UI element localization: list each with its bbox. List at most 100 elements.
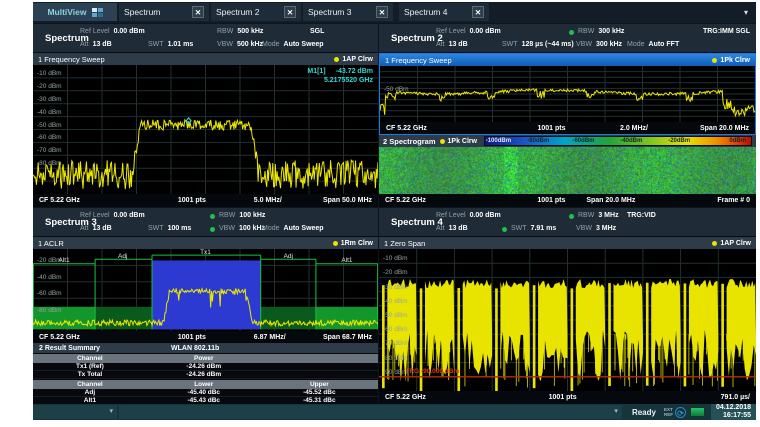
- setting-item[interactable]: VBW3 MHz: [576, 223, 616, 235]
- trigger-level-label: TRG -90.000 dBm: [405, 368, 459, 375]
- window-title-bar[interactable]: 1 ACLR 1Rm Clrw: [33, 237, 378, 249]
- setting-item[interactable]: Att13 dB: [436, 223, 468, 235]
- setting-item[interactable]: SWT100 ms: [148, 223, 191, 235]
- close-icon[interactable]: ✕: [472, 6, 484, 18]
- y-axis-label: -20 dBm: [37, 83, 62, 91]
- channel-label-alt1: Alt1: [58, 257, 69, 264]
- colorbar-label: -80dBm: [527, 138, 549, 144]
- sweep-graph[interactable]: -50 dBm: [380, 66, 755, 122]
- chevron-down-icon[interactable]: ▾: [739, 5, 753, 19]
- channel-header: Spectrum 3 Ref Level0.00 dBmRBW100 kHz A…: [33, 208, 378, 237]
- y-axis-label: -70 dBm: [383, 340, 408, 348]
- setting-item[interactable]: RBW100 kHz: [210, 210, 265, 222]
- trace-label: 1Pk Clrw: [440, 138, 478, 145]
- multiview-grid-icon: [92, 8, 103, 17]
- tab-spectrum-4[interactable]: Spectrum 4 ✕: [399, 3, 489, 21]
- aclr-graph[interactable]: -20 dBm-40 dBm-60 dBm-80 dBm Alt1 Adj Tx…: [33, 249, 378, 331]
- window-title-bar[interactable]: 1 Zero Span 1AP Clrw: [379, 237, 756, 249]
- window-title: 1 Zero Span: [384, 239, 425, 248]
- window-title: 2 Spectrogram: [383, 137, 436, 146]
- y-axis-label: -40 dBm: [383, 298, 408, 306]
- coupled-green-dot-icon: [502, 227, 507, 232]
- setting-item[interactable]: RBW500 kHz: [217, 26, 263, 38]
- window-title-bar[interactable]: 1 Frequency Sweep 1AP Clrw: [33, 53, 378, 65]
- y-axis-label: -10 dBm: [383, 255, 408, 263]
- tab-spectrum-3[interactable]: Spectrum 3 ✕: [303, 3, 393, 21]
- setting-item[interactable]: ModeAuto FFT: [627, 39, 679, 51]
- setting-item[interactable]: VBW100 kHz: [210, 223, 265, 235]
- setting-item[interactable]: RBW3 MHz: [569, 210, 619, 222]
- setting-item[interactable]: ModeAuto Sweep: [262, 39, 324, 51]
- setting-item[interactable]: SWT1.01 ms: [148, 39, 193, 51]
- status-left-box[interactable]: ▾: [33, 405, 117, 419]
- tab-bar: MultiView Spectrum ✕ Spectrum 2 ✕ Spectr…: [33, 2, 756, 23]
- sweep-graph[interactable]: -10 dBm-20 dBm-30 dBm-40 dBm-50 dBm-60 d…: [33, 65, 378, 194]
- setting-item[interactable]: Att13 dB: [436, 39, 468, 51]
- y-axis-label: -60 dBm: [383, 326, 408, 334]
- chevron-down-icon[interactable]: ▾: [614, 407, 618, 417]
- y-axis-label: -40 dBm: [37, 109, 62, 117]
- spectrogram-title-bar[interactable]: 2 Spectrogram 1Pk Clrw -100dBm -80dBm -60d…: [379, 135, 756, 147]
- y-axis-label: -60 dBm: [37, 134, 62, 142]
- y-axis-label: -80 dBm: [37, 160, 62, 168]
- window-spectrum-3[interactable]: Spectrum 3 Ref Level0.00 dBmRBW100 kHz A…: [33, 208, 378, 404]
- coupled-green-dot-icon: [569, 214, 574, 219]
- chevron-down-icon[interactable]: ▾: [109, 407, 113, 417]
- colorbar-label: -40dBm: [620, 138, 642, 144]
- window-spectrum-4[interactable]: Spectrum 4 Ref Level0.00 dBmRBW3 MHzTRG:…: [379, 208, 756, 404]
- window-spectrum-1[interactable]: Spectrum Ref Level0.00 dBmRBW500 kHzSGL …: [33, 24, 378, 207]
- date-time: 04.12.201816:17:55: [711, 404, 756, 420]
- coupled-green-dot-icon: [569, 30, 574, 35]
- setting-item[interactable]: SWT7.91 ms: [502, 223, 556, 235]
- channel-header: Spectrum Ref Level0.00 dBmRBW500 kHzSGL …: [33, 24, 378, 53]
- y-axis-label: -50 dBm: [384, 86, 409, 94]
- close-icon[interactable]: ✕: [192, 6, 204, 18]
- window-title: 1 Frequency Sweep: [38, 55, 105, 64]
- tab-spectrum-2[interactable]: Spectrum 2 ✕: [211, 3, 301, 21]
- coupled-green-dot-icon: [210, 227, 215, 232]
- setting-item[interactable]: TRG:VID: [627, 210, 656, 222]
- trace-dot-icon: [334, 57, 339, 62]
- zero-span-graph[interactable]: -10 dBm-20 dBm-30 dBm-40 dBm-50 dBm-60 d…: [379, 249, 756, 391]
- axis-bar: CF 5.22 GHz1001 pts Span 20.0 MHzFrame #…: [379, 194, 756, 207]
- table-header-row: ChannelPower: [33, 354, 378, 363]
- window-title-bar[interactable]: 1 Frequency Sweep 1Pk Clrw: [380, 54, 755, 66]
- tab-spectrum[interactable]: Spectrum ✕: [119, 3, 209, 21]
- table-title: 2 Result Summary: [39, 345, 100, 352]
- close-icon[interactable]: ✕: [376, 6, 388, 18]
- setting-item[interactable]: SWT128 µs (~44 ms): [502, 39, 574, 51]
- colorbar-label: -100dBm: [486, 138, 511, 144]
- setting-item[interactable]: VBW500 kHz: [217, 39, 263, 51]
- table-standard: WLAN 802.11b: [171, 345, 219, 352]
- tab-multiview[interactable]: MultiView: [33, 3, 117, 21]
- channel-label-alt1: Alt1: [341, 257, 352, 264]
- axis-bar: CF 5.22 GHz1001 pts 2.0 MHz/Span 20.0 MH…: [380, 122, 755, 134]
- setting-item[interactable]: SGL: [310, 26, 324, 38]
- colorbar-label: -20dBm: [668, 138, 690, 144]
- status-ready: Ready: [632, 408, 656, 417]
- close-icon[interactable]: ✕: [284, 6, 296, 18]
- y-axis-label: -80 dBm: [383, 355, 408, 363]
- trace-label: 1Rm Clrw: [333, 240, 373, 247]
- setting-item[interactable]: Ref Level0.00 dBm: [80, 210, 145, 222]
- setting-item[interactable]: Ref Level0.00 dBm: [80, 26, 145, 38]
- setting-item[interactable]: Ref Level0.00 dBm: [436, 26, 501, 38]
- colorbar-label: -60dBm: [572, 138, 594, 144]
- trace-label: 1AP Clrw: [334, 56, 373, 63]
- setting-item[interactable]: Att13 dB: [80, 39, 112, 51]
- spectrogram-graph[interactable]: [379, 147, 756, 194]
- setting-item[interactable]: VBW300 kHz: [576, 39, 622, 51]
- y-axis-label: -80 dBm: [37, 307, 62, 315]
- window-title: 1 Frequency Sweep: [385, 56, 452, 65]
- window-spectrum-2[interactable]: Spectrum 2 TRG:IMM SGLRef Level0.00 dBmR…: [379, 24, 756, 207]
- y-axis-label: -20 dBm: [383, 269, 408, 277]
- setting-item[interactable]: RBW300 kHz: [569, 26, 624, 38]
- axis-bar: CF 5.22 GHz1001 pts 6.87 MHz/Span 68.7 M…: [33, 331, 378, 343]
- analyzer-app: MultiView Spectrum ✕ Spectrum 2 ✕ Spectr…: [33, 2, 756, 420]
- table-header-row: ChannelLowerUpper: [33, 380, 378, 389]
- table-row: Tx Total-24.26 dBm: [33, 371, 378, 379]
- setting-item[interactable]: ModeAuto Sweep: [262, 223, 324, 235]
- setting-item[interactable]: Att13 dB: [80, 223, 112, 235]
- setting-item[interactable]: Ref Level0.00 dBm: [436, 210, 501, 222]
- y-axis-label: -30 dBm: [37, 96, 62, 104]
